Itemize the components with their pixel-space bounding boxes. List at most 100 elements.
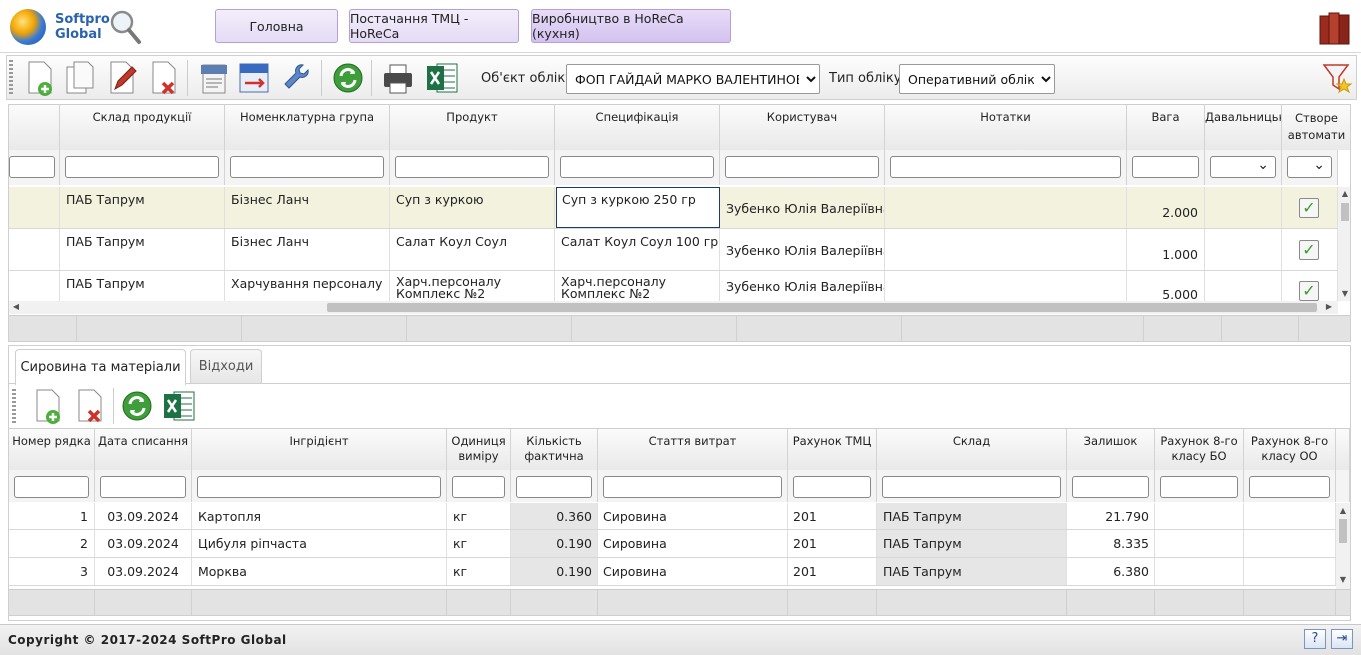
column-header-tolling[interactable]: Давальницьк — [1205, 105, 1282, 150]
column-header-warehouse[interactable]: Склад — [877, 429, 1067, 470]
refresh-icon[interactable] — [331, 59, 365, 97]
cell-expense-item: Сировина — [598, 558, 788, 585]
tab-raw-materials[interactable]: Сировина та матеріали — [15, 349, 186, 385]
column-header-account-class8-oo[interactable]: Рахунок 8-го класу ОО — [1244, 429, 1336, 470]
filter-notes[interactable] — [890, 156, 1121, 178]
column-header-row-number[interactable]: Номер рядка — [9, 429, 95, 470]
scroll-right-arrow[interactable]: ▶ — [1322, 302, 1336, 311]
filter-specification[interactable] — [560, 156, 714, 178]
filter-warehouse[interactable] — [882, 476, 1061, 498]
main-grid-vertical-scrollbar[interactable]: ▲ ▼ — [1338, 187, 1350, 301]
filter-account-class8-bo[interactable] — [1160, 476, 1238, 498]
filter-ingredient[interactable] — [197, 476, 441, 498]
table-row[interactable]: 3 03.09.2024 Морква кг 0.190 Сировина 20… — [9, 558, 1336, 586]
row-selector-cell[interactable] — [9, 229, 60, 270]
filter-selector[interactable] — [9, 156, 55, 178]
cell-ingredient: Картопля — [192, 503, 447, 529]
column-header-weight[interactable]: Вага — [1127, 105, 1205, 150]
table-row[interactable]: ПАБ Тапрум Харчування персоналу Харч.пер… — [9, 271, 1338, 301]
column-header-balance[interactable]: Залишок — [1067, 429, 1155, 470]
scroll-thumb[interactable] — [327, 303, 1317, 312]
settings-wrench-icon[interactable] — [279, 59, 313, 97]
exit-button[interactable]: ⇥ — [1331, 629, 1353, 649]
toolbar-grip[interactable] — [9, 60, 13, 96]
filter-auto-created-select[interactable] — [1287, 156, 1332, 178]
edit-icon[interactable] — [105, 59, 139, 97]
filter-inventory-account[interactable] — [793, 476, 871, 498]
scroll-left-arrow[interactable]: ◀ — [9, 302, 23, 311]
refresh-icon[interactable] — [120, 387, 154, 425]
cell-actual-quantity[interactable]: 0.360 — [511, 503, 598, 529]
filter-product[interactable] — [395, 156, 549, 178]
account-type-select[interactable]: Оперативний облік — [899, 64, 1055, 94]
column-header-actual-quantity[interactable]: Кількість фактична — [511, 429, 598, 470]
table-row[interactable]: ПАБ Тапрум Бізнес Ланч Суп з куркою Суп … — [9, 187, 1338, 229]
filter-group[interactable] — [230, 156, 384, 178]
auto-created-checkbox[interactable]: ✓ — [1299, 198, 1319, 218]
filter-user[interactable] — [725, 156, 879, 178]
filter-tolling-select[interactable] — [1210, 156, 1276, 178]
column-header-account-class8-bo[interactable]: Рахунок 8-го класу БО — [1155, 429, 1244, 470]
app-footer: Copyright © 2017-2024 SoftPro Global ? ⇥ — [0, 624, 1361, 655]
column-header-auto-created[interactable]: Створе автомати — [1282, 105, 1350, 150]
scroll-up-arrow[interactable]: ▲ — [1336, 506, 1350, 515]
column-header-user[interactable]: Користувач — [720, 105, 885, 150]
scroll-down-arrow[interactable]: ▼ — [1338, 289, 1350, 298]
add-icon[interactable] — [23, 59, 57, 97]
copy-icon[interactable] — [63, 59, 97, 97]
column-header-ingredient[interactable]: Інгрідієнт — [192, 429, 447, 470]
add-icon[interactable] — [31, 387, 65, 425]
books-icon[interactable] — [1318, 10, 1352, 46]
row-selector-cell[interactable] — [9, 187, 60, 228]
filter-weight[interactable] — [1132, 156, 1199, 178]
search-icon[interactable] — [108, 8, 142, 46]
table-row[interactable]: 1 03.09.2024 Картопля кг 0.360 Сировина … — [9, 503, 1336, 530]
transfer-icon[interactable] — [237, 59, 271, 97]
scroll-down-arrow[interactable]: ▼ — [1336, 575, 1350, 584]
filter-account-class8-oo[interactable] — [1249, 476, 1330, 498]
cell-actual-quantity[interactable]: 0.190 — [511, 558, 598, 585]
column-header-inventory-account[interactable]: Рахунок ТМЦ — [788, 429, 877, 470]
delete-icon[interactable] — [73, 387, 107, 425]
column-header-specification[interactable]: Специфікація — [555, 105, 720, 150]
scroll-thumb[interactable] — [1341, 203, 1349, 221]
account-object-select[interactable]: ФОП ГАЙДАЙ МАРКО ВАЛЕНТИНОВИЧ — [566, 64, 820, 94]
nav-tab-home[interactable]: Головна — [215, 9, 338, 43]
column-header-write-off-date[interactable]: Дата списання — [95, 429, 192, 470]
excel-icon[interactable] — [425, 59, 459, 97]
main-grid-horizontal-scrollbar[interactable]: ◀ ▶ — [9, 301, 1338, 314]
clear-filter-icon[interactable] — [1320, 59, 1354, 97]
cell-specification-selected[interactable]: Суп з куркою 250 гр — [556, 187, 720, 228]
auto-created-checkbox[interactable]: ✓ — [1299, 240, 1319, 260]
column-header-warehouse[interactable]: Склад продукції — [60, 105, 225, 150]
delete-icon[interactable] — [147, 59, 181, 97]
filter-balance[interactable] — [1072, 476, 1149, 498]
filter-write-off-date[interactable] — [100, 476, 186, 498]
filter-expense-item[interactable] — [603, 476, 782, 498]
table-row[interactable]: 2 03.09.2024 Цибуля ріпчаста кг 0.190 Си… — [9, 530, 1336, 558]
help-button[interactable]: ? — [1304, 629, 1326, 649]
nav-tab-supply[interactable]: Постачання ТМЦ - HoReCa — [349, 9, 519, 43]
log-icon[interactable] — [197, 59, 231, 97]
row-selector-cell[interactable] — [9, 271, 60, 301]
filter-actual-quantity[interactable] — [516, 476, 592, 498]
column-header-notes[interactable]: Нотатки — [885, 105, 1127, 150]
detail-grid-vertical-scrollbar[interactable]: ▲ ▼ — [1336, 503, 1350, 589]
filter-unit[interactable] — [452, 476, 505, 498]
column-header-product[interactable]: Продукт — [390, 105, 555, 150]
auto-created-checkbox[interactable]: ✓ — [1299, 281, 1319, 301]
column-header-expense-item[interactable]: Стаття витрат — [598, 429, 788, 470]
filter-warehouse[interactable] — [65, 156, 219, 178]
scroll-up-arrow[interactable]: ▲ — [1338, 189, 1350, 198]
filter-row-number[interactable] — [14, 476, 89, 498]
table-row[interactable]: ПАБ Тапрум Бізнес Ланч Салат Коул Соул С… — [9, 229, 1338, 271]
cell-actual-quantity[interactable]: 0.190 — [511, 530, 598, 557]
nav-tab-production[interactable]: Виробництво в HoReCa (кухня) — [531, 9, 731, 43]
scroll-thumb[interactable] — [1339, 519, 1347, 543]
print-icon[interactable] — [381, 59, 415, 97]
column-header-group[interactable]: Номенклатурна група — [225, 105, 390, 150]
excel-icon[interactable] — [162, 387, 196, 425]
column-header-unit[interactable]: Одиниця виміру — [447, 429, 511, 470]
tab-waste[interactable]: Відходи — [190, 349, 262, 383]
toolbar-grip[interactable] — [12, 389, 16, 423]
